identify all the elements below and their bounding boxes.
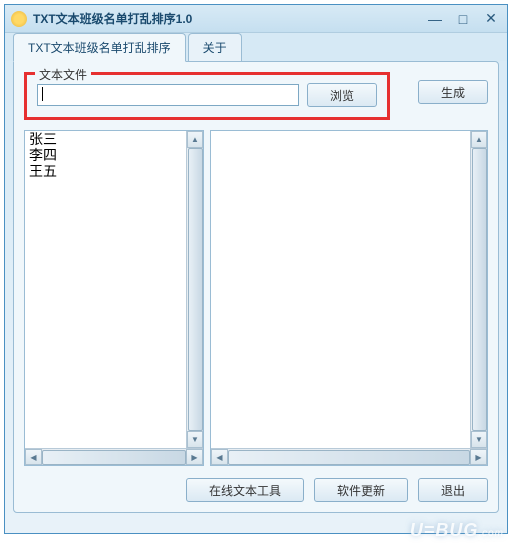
result-list-body[interactable] bbox=[211, 131, 470, 448]
list-item[interactable]: 李四 bbox=[29, 149, 182, 165]
scroll-left-icon[interactable]: ◀ bbox=[211, 449, 228, 465]
maximize-button[interactable]: □ bbox=[453, 11, 473, 27]
scroll-thumb[interactable] bbox=[188, 148, 203, 431]
online-tool-button[interactable]: 在线文本工具 bbox=[186, 478, 304, 502]
file-group-highlight: 文本文件 浏览 bbox=[24, 72, 390, 120]
source-hscrollbar[interactable]: ◀ ▶ bbox=[25, 448, 203, 465]
list-item[interactable]: 王五 bbox=[29, 165, 182, 181]
scroll-up-icon[interactable]: ▲ bbox=[471, 131, 487, 148]
scroll-down-icon[interactable]: ▼ bbox=[187, 431, 203, 448]
scroll-up-icon[interactable]: ▲ bbox=[187, 131, 203, 148]
file-path-input[interactable] bbox=[37, 84, 299, 106]
tab-content: 文本文件 浏览 生成 张三 李四 王五 ▲ bbox=[13, 61, 499, 513]
app-icon bbox=[11, 11, 27, 27]
scroll-down-icon[interactable]: ▼ bbox=[471, 431, 487, 448]
result-hscrollbar[interactable]: ◀ ▶ bbox=[211, 448, 487, 465]
scroll-thumb[interactable] bbox=[472, 148, 487, 431]
scroll-right-icon[interactable]: ▶ bbox=[186, 449, 203, 465]
result-list[interactable]: ▲ ▼ ◀ ▶ bbox=[210, 130, 488, 466]
result-vscrollbar[interactable]: ▲ ▼ bbox=[470, 131, 487, 448]
bottom-toolbar: 在线文本工具 软件更新 退出 bbox=[24, 466, 488, 502]
scroll-left-icon[interactable]: ◀ bbox=[25, 449, 42, 465]
source-list[interactable]: 张三 李四 王五 ▲ ▼ ◀ ▶ bbox=[24, 130, 204, 466]
list-item[interactable]: 张三 bbox=[29, 133, 182, 149]
scroll-thumb[interactable] bbox=[228, 450, 470, 465]
browse-button[interactable]: 浏览 bbox=[307, 83, 377, 107]
source-vscrollbar[interactable]: ▲ ▼ bbox=[186, 131, 203, 448]
titlebar[interactable]: TXT文本班级名单打乱排序1.0 — □ ✕ bbox=[5, 5, 507, 33]
tab-about[interactable]: 关于 bbox=[188, 33, 242, 61]
update-button[interactable]: 软件更新 bbox=[314, 478, 408, 502]
close-button[interactable]: ✕ bbox=[481, 11, 501, 27]
window-title: TXT文本班级名单打乱排序1.0 bbox=[33, 10, 425, 27]
generate-button[interactable]: 生成 bbox=[418, 80, 488, 104]
tab-main[interactable]: TXT文本班级名单打乱排序 bbox=[13, 33, 186, 62]
source-list-body[interactable]: 张三 李四 王五 bbox=[25, 131, 186, 448]
app-window: TXT文本班级名单打乱排序1.0 — □ ✕ TXT文本班级名单打乱排序 关于 … bbox=[4, 4, 508, 534]
tab-bar: TXT文本班级名单打乱排序 关于 bbox=[5, 33, 507, 61]
file-label: 文本文件 bbox=[35, 66, 91, 83]
minimize-button[interactable]: — bbox=[425, 11, 445, 27]
scroll-thumb[interactable] bbox=[42, 450, 186, 465]
scroll-right-icon[interactable]: ▶ bbox=[470, 449, 487, 465]
exit-button[interactable]: 退出 bbox=[418, 478, 488, 502]
